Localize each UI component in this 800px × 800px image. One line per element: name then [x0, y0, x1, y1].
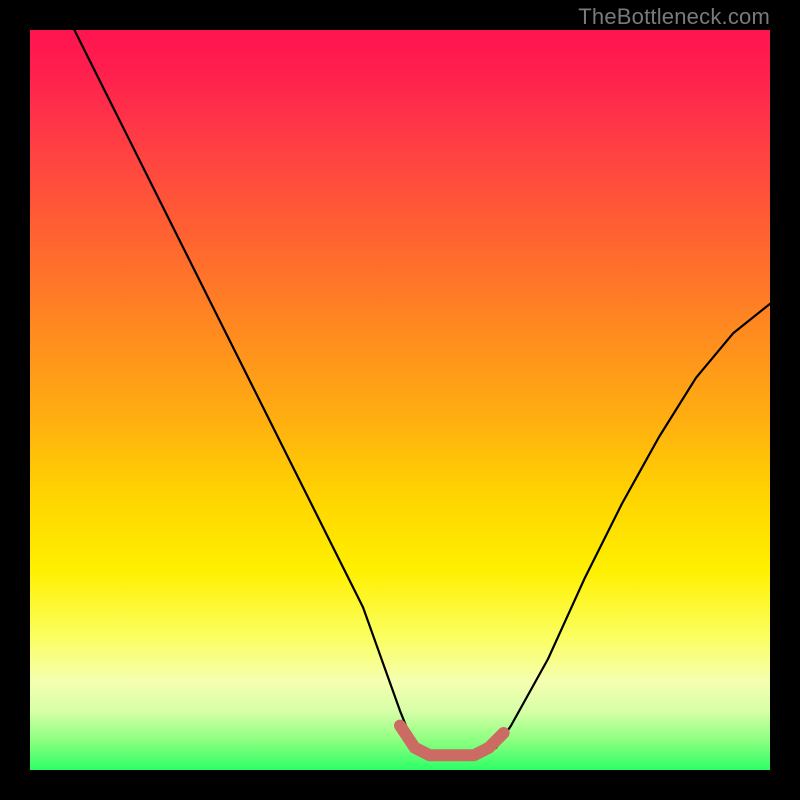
curve-layer	[30, 30, 770, 770]
optimal-band	[400, 726, 504, 756]
chart-frame: TheBottleneck.com	[0, 0, 800, 800]
bottleneck-curve	[74, 30, 770, 755]
watermark-text: TheBottleneck.com	[578, 4, 770, 30]
gradient-plot-area	[30, 30, 770, 770]
